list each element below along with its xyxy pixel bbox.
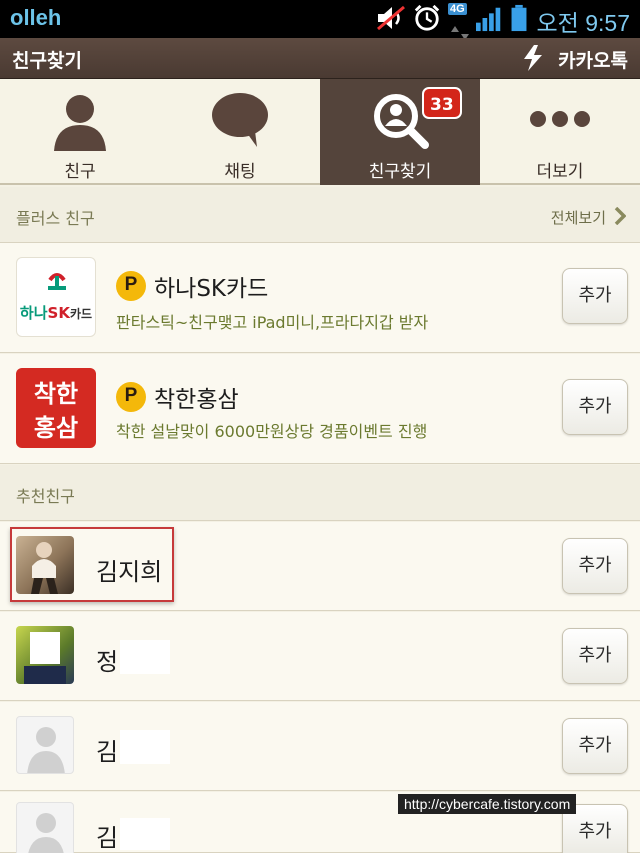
tab-find-friends[interactable]: 33 친구찾기 — [320, 79, 480, 185]
tab-label: 친구찾기 — [368, 162, 432, 182]
person-icon — [28, 813, 64, 853]
default-avatar — [16, 716, 74, 774]
friend-name: 하나SK카드 — [154, 276, 269, 302]
mute-icon — [377, 5, 405, 31]
tab-label: 더보기 — [536, 162, 584, 182]
add-friend-button[interactable]: 추가 — [562, 718, 628, 774]
redacted-name — [120, 640, 170, 674]
avatar-body — [24, 666, 66, 684]
battery-icon — [511, 4, 527, 32]
friend-description: 착한 설날맞이 6000만원상당 경품이벤트 진행 — [116, 422, 428, 441]
chevron-right-icon[interactable] — [614, 207, 626, 225]
title-bar: 친구찾기 카카오톡 — [0, 38, 640, 79]
alarm-icon — [414, 4, 440, 31]
hana-sk-logo: 하나SK카드 — [16, 257, 96, 337]
tab-chat[interactable]: 채팅 — [160, 79, 320, 185]
recommended-friends-header: 추천친구 — [0, 465, 640, 521]
notification-badge: 33 — [422, 87, 462, 119]
plus-friend-badge-icon: P — [116, 271, 146, 301]
redacted-name — [120, 730, 170, 764]
default-avatar — [16, 802, 74, 853]
red-ginseng-logo: 착한 홍삼 — [16, 368, 96, 448]
friend-description: 판타스틱~친구맺고 iPad미니,프라다지갑 받자 — [116, 313, 429, 332]
list-item[interactable]: 정 추가 — [0, 612, 640, 701]
list-item[interactable]: 하나SK카드 P 하나SK카드 판타스틱~친구맺고 iPad미니,프라다지갑 받… — [0, 243, 640, 353]
clock-label: 오전 9:57 — [536, 10, 630, 36]
friend-name: 김 — [96, 738, 119, 766]
kakaotalk-logo-icon — [524, 45, 542, 71]
add-friend-button[interactable]: 추가 — [562, 268, 628, 324]
list-item[interactable]: 김 추가 — [0, 702, 640, 791]
page-title: 친구찾기 — [12, 50, 82, 72]
add-friend-button[interactable]: 추가 — [562, 628, 628, 684]
tab-label: 채팅 — [224, 162, 256, 182]
avatar — [16, 626, 74, 684]
friend-name: 착한홍삼 — [154, 387, 239, 413]
logo-text: 착한 — [33, 380, 79, 408]
redacted-name — [120, 818, 170, 850]
tab-friends[interactable]: 친구 — [0, 79, 160, 185]
more-dots-icon — [530, 111, 590, 127]
hana-logo-icon — [48, 273, 66, 290]
carrier-label: olleh — [10, 5, 62, 30]
selection-highlight — [10, 527, 174, 602]
plus-friends-header: 플러스 친구 전체보기 — [0, 187, 640, 243]
tab-more[interactable]: 더보기 — [480, 79, 640, 185]
tab-bar: 친구 채팅 33 친구찾기 더보기 — [0, 79, 640, 185]
plus-friend-badge-icon: P — [116, 382, 146, 412]
section-title: 플러스 친구 — [16, 209, 95, 228]
status-bar: olleh 4G 오전 9:57 — [0, 0, 640, 40]
see-all-link[interactable]: 전체보기 — [551, 207, 606, 228]
list-item[interactable]: 착한 홍삼 P 착한홍삼 착한 설날맞이 6000만원상당 경품이벤트 진행 추… — [0, 354, 640, 464]
person-icon — [54, 95, 106, 151]
add-friend-button[interactable]: 추가 — [562, 379, 628, 435]
section-title: 추천친구 — [16, 487, 75, 506]
logo-text: 홍삼 — [33, 414, 79, 442]
friend-name: 정 — [96, 648, 119, 676]
chat-bubble-icon — [212, 93, 268, 147]
add-friend-button[interactable]: 추가 — [562, 538, 628, 594]
watermark: http://cybercafe.tistory.com — [398, 794, 577, 814]
friend-name: 김 — [96, 824, 119, 852]
tab-label: 친구 — [64, 162, 96, 182]
network-type: 4G — [448, 3, 467, 15]
person-icon — [27, 727, 65, 773]
redacted-face — [30, 632, 60, 664]
signal-icon — [476, 7, 501, 32]
logo-text: 하나SK카드 — [19, 304, 93, 322]
brand-label: 카카오톡 — [558, 50, 628, 72]
